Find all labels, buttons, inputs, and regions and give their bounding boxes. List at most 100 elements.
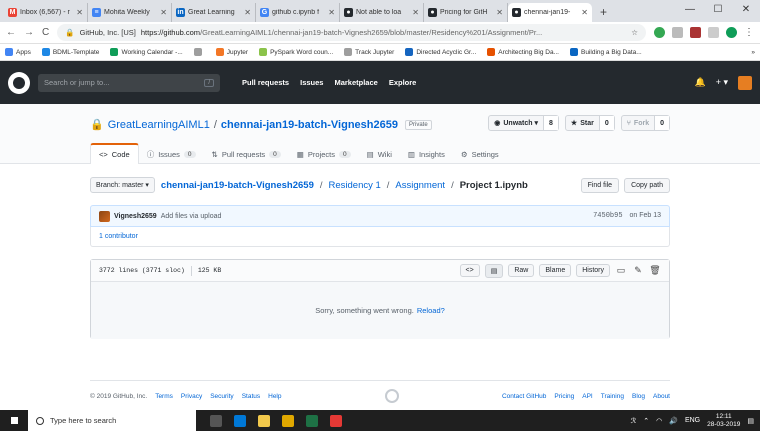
breadcrumb-repo-link[interactable]: chennai-jan19-batch-Vignesh2659 <box>161 180 314 191</box>
bookmark-item[interactable]: Working Calendar -... <box>110 48 183 56</box>
tab-close-icon[interactable]: ✕ <box>160 8 167 17</box>
pencil-icon[interactable]: ✎ <box>632 265 644 276</box>
browser-tab[interactable]: in Great Learning ✕ <box>172 3 256 22</box>
tab-pull-requests[interactable]: ⇅ Pull requests 0 <box>204 144 289 164</box>
commit-message[interactable]: Add files via upload <box>161 213 222 220</box>
taskbar-app-icon[interactable] <box>306 414 318 427</box>
close-window-button[interactable]: ✕ <box>732 0 760 20</box>
search-input[interactable]: Search or jump to... / <box>38 73 220 92</box>
clock[interactable]: 12:11 28-03-2019 <box>707 413 740 429</box>
footer-link[interactable]: Pricing <box>554 393 574 400</box>
browser-tab[interactable]: ● Pricing for GitH ✕ <box>424 3 508 22</box>
taskbar-app-icon[interactable] <box>234 414 246 427</box>
create-new-menu[interactable]: + ▾ <box>716 77 728 88</box>
nav-explore[interactable]: Explore <box>389 78 417 87</box>
footer-link[interactable]: About <box>653 393 670 400</box>
taskbar-app-icon[interactable] <box>258 414 270 427</box>
tab-code[interactable]: <> Code <box>90 143 139 164</box>
footer-link[interactable]: Security <box>210 393 233 400</box>
maximize-button[interactable]: ☐ <box>704 0 732 20</box>
tray-chevron-icon[interactable]: ⌃ <box>643 417 649 425</box>
bookmark-item[interactable]: Building a Big Data... <box>569 48 642 56</box>
new-tab-button[interactable]: + <box>592 5 615 22</box>
extension-icon[interactable] <box>690 27 701 38</box>
fork-count[interactable]: 0 <box>654 116 669 130</box>
footer-link[interactable]: Terms <box>155 393 173 400</box>
browser-tab[interactable]: ● chennai-jan19- ✕ <box>508 3 592 22</box>
tab-close-icon[interactable]: ✕ <box>581 8 588 17</box>
footer-link[interactable]: API <box>582 393 592 400</box>
source-view-button[interactable]: <> <box>459 264 480 277</box>
profile-avatar-icon[interactable] <box>726 27 737 38</box>
footer-link[interactable]: Status <box>242 393 260 400</box>
language-indicator[interactable]: ENG <box>685 417 700 424</box>
breadcrumb-dir-link[interactable]: Assignment <box>395 180 445 191</box>
footer-link[interactable]: Privacy <box>181 393 202 400</box>
star-button[interactable]: ★ Star 0 <box>564 115 615 131</box>
desktop-icon[interactable]: ▭ <box>615 265 627 276</box>
find-file-button[interactable]: Find file <box>580 177 620 193</box>
tab-close-icon[interactable]: ✕ <box>412 8 419 17</box>
tab-close-icon[interactable]: ✕ <box>244 8 251 17</box>
copy-path-button[interactable]: Copy path <box>624 177 670 193</box>
history-button[interactable]: History <box>576 264 610 277</box>
browser-tab[interactable]: ● Not able to loa ✕ <box>340 3 424 22</box>
bookmark-item[interactable] <box>193 48 205 56</box>
wifi-icon[interactable]: ◠ <box>656 417 662 425</box>
start-button[interactable] <box>0 416 28 425</box>
extension-icon[interactable] <box>672 27 683 38</box>
trash-icon[interactable]: 🗑 <box>649 265 661 276</box>
footer-link[interactable]: Blog <box>632 393 645 400</box>
volume-icon[interactable]: 🔊 <box>669 417 678 425</box>
nav-issues[interactable]: Issues <box>300 78 323 87</box>
fork-button[interactable]: ⑂ Fork 0 <box>620 115 670 131</box>
breadcrumb-dir-link[interactable]: Residency 1 <box>329 180 381 191</box>
tab-wiki[interactable]: ▤ Wiki <box>359 144 400 164</box>
taskbar-search[interactable]: Type here to search <box>28 410 196 431</box>
commit-author[interactable]: Vignesh2659 <box>114 213 157 220</box>
people-icon[interactable]: ℛ <box>631 417 637 425</box>
bookmark-item[interactable]: Architecting Big Da... <box>487 48 559 56</box>
commit-author-avatar[interactable] <box>99 210 110 222</box>
tab-close-icon[interactable]: ✕ <box>328 8 335 17</box>
tab-close-icon[interactable]: ✕ <box>496 8 503 17</box>
taskbar-app-icon[interactable] <box>330 414 342 427</box>
action-center-icon[interactable]: ▤ <box>747 417 754 425</box>
reload-button[interactable]: C <box>42 27 49 38</box>
forward-button[interactable]: → <box>24 27 34 38</box>
branch-selector[interactable]: Branch: master ▾ <box>90 177 155 193</box>
watch-count[interactable]: 8 <box>543 116 558 130</box>
footer-link[interactable]: Training <box>601 393 624 400</box>
browser-tab[interactable]: Ggithub c.ipynb f ✕ <box>256 3 340 22</box>
taskbar-app-icon[interactable] <box>282 414 294 427</box>
commit-sha[interactable]: 7450b95 <box>593 212 622 220</box>
notification-bell-icon[interactable]: 🔔 <box>695 77 706 88</box>
tab-insights[interactable]: ▥ Insights <box>400 144 453 164</box>
taskbar-app-icon[interactable] <box>210 414 222 427</box>
star-bookmark-icon[interactable]: ☆ <box>631 28 638 37</box>
nav-marketplace[interactable]: Marketplace <box>334 78 377 87</box>
github-mark-icon[interactable] <box>384 389 399 403</box>
browser-menu-icon[interactable]: ⋮ <box>744 27 754 38</box>
reload-link[interactable]: Reload? <box>417 306 445 315</box>
extension-icon[interactable] <box>654 27 665 38</box>
extension-icon[interactable] <box>708 27 719 38</box>
bookmark-item[interactable]: Directed Acyclic Gr... <box>405 48 476 56</box>
repo-owner-link[interactable]: GreatLearningAIML1 <box>108 119 210 131</box>
tab-projects[interactable]: ▦ Projects 0 <box>289 144 359 164</box>
star-count[interactable]: 0 <box>598 116 614 130</box>
rich-view-button[interactable]: ▤ <box>484 263 504 278</box>
browser-tab[interactable]: ≡ Mohita Weekly ✕ <box>88 3 172 22</box>
github-logo-icon[interactable] <box>8 71 30 94</box>
nav-pull-requests[interactable]: Pull requests <box>242 78 289 87</box>
back-button[interactable]: ← <box>6 27 16 38</box>
repo-name-link[interactable]: chennai-jan19-batch-Vignesh2659 <box>221 119 398 131</box>
bookmark-item[interactable]: BDML-Template <box>41 48 99 56</box>
watch-button[interactable]: ◉ Unwatch ▾ 8 <box>488 115 559 131</box>
footer-link[interactable]: Help <box>268 393 281 400</box>
bookmarks-overflow-button[interactable]: » <box>751 49 755 56</box>
minimize-button[interactable]: — <box>676 0 704 20</box>
tab-close-icon[interactable]: ✕ <box>76 8 83 17</box>
contributors-link[interactable]: 1 contributor <box>90 227 670 247</box>
tab-settings[interactable]: ⚙ Settings <box>453 144 507 164</box>
